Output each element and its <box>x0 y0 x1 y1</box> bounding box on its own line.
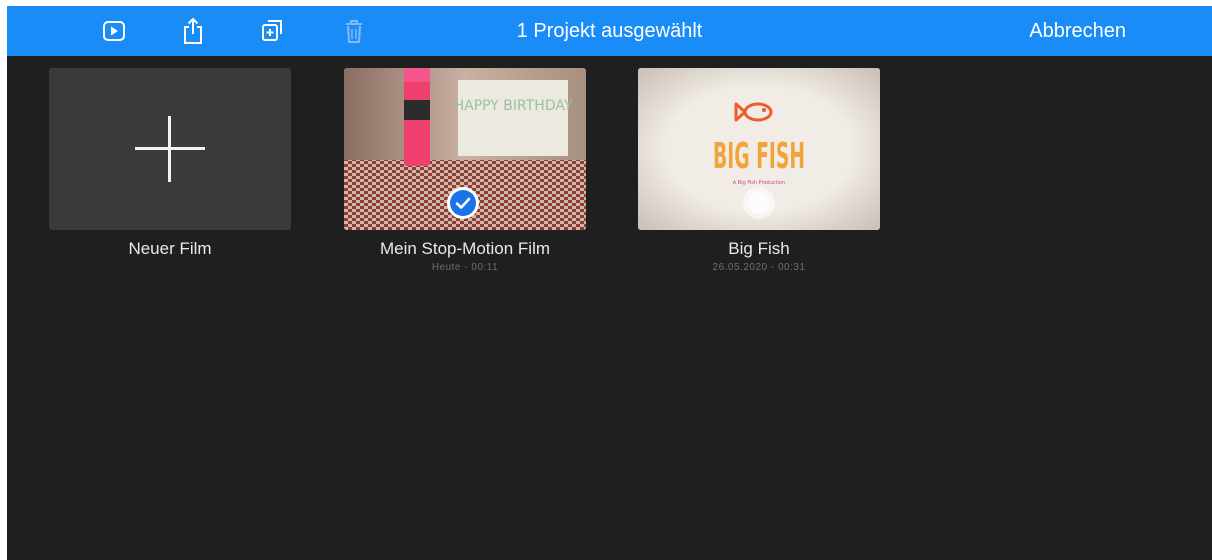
play-icon[interactable] <box>99 17 129 45</box>
new-film-thumbnail[interactable] <box>49 68 291 230</box>
stop-motion-thumbnail[interactable]: HAPPY BIRTHDAY <box>344 68 586 230</box>
selected-check-icon <box>447 187 479 219</box>
project-label: Mein Stop-Motion Film <box>379 239 551 258</box>
project-label: Neuer Film <box>128 239 212 258</box>
project-date: Heute - 00:11 <box>431 262 499 273</box>
big-fish-scene: BIG FISH A Big Fish Production <box>638 68 880 230</box>
big-fish-tagline: A Big Fish Production <box>733 180 785 186</box>
plus-icon <box>135 116 205 182</box>
happy-birthday-text: HAPPY BIRTHDAY <box>454 98 573 114</box>
project-date: 26.05.2020 - 00:31 <box>712 262 806 273</box>
app-window: 1 Projekt ausgewählt Abbrechen Neuer Fil… <box>7 6 1212 560</box>
big-fish-thumbnail[interactable]: BIG FISH A Big Fish Production <box>638 68 880 230</box>
duplicate-icon[interactable] <box>257 17 287 45</box>
cancel-button[interactable]: Abbrechen <box>1029 6 1126 56</box>
share-icon[interactable] <box>178 17 208 45</box>
big-fish-title: BIG FISH <box>713 136 805 177</box>
selection-toolbar: 1 Projekt ausgewählt Abbrechen <box>7 6 1212 56</box>
trash-icon[interactable] <box>339 17 369 45</box>
project-label: Big Fish <box>728 239 790 258</box>
